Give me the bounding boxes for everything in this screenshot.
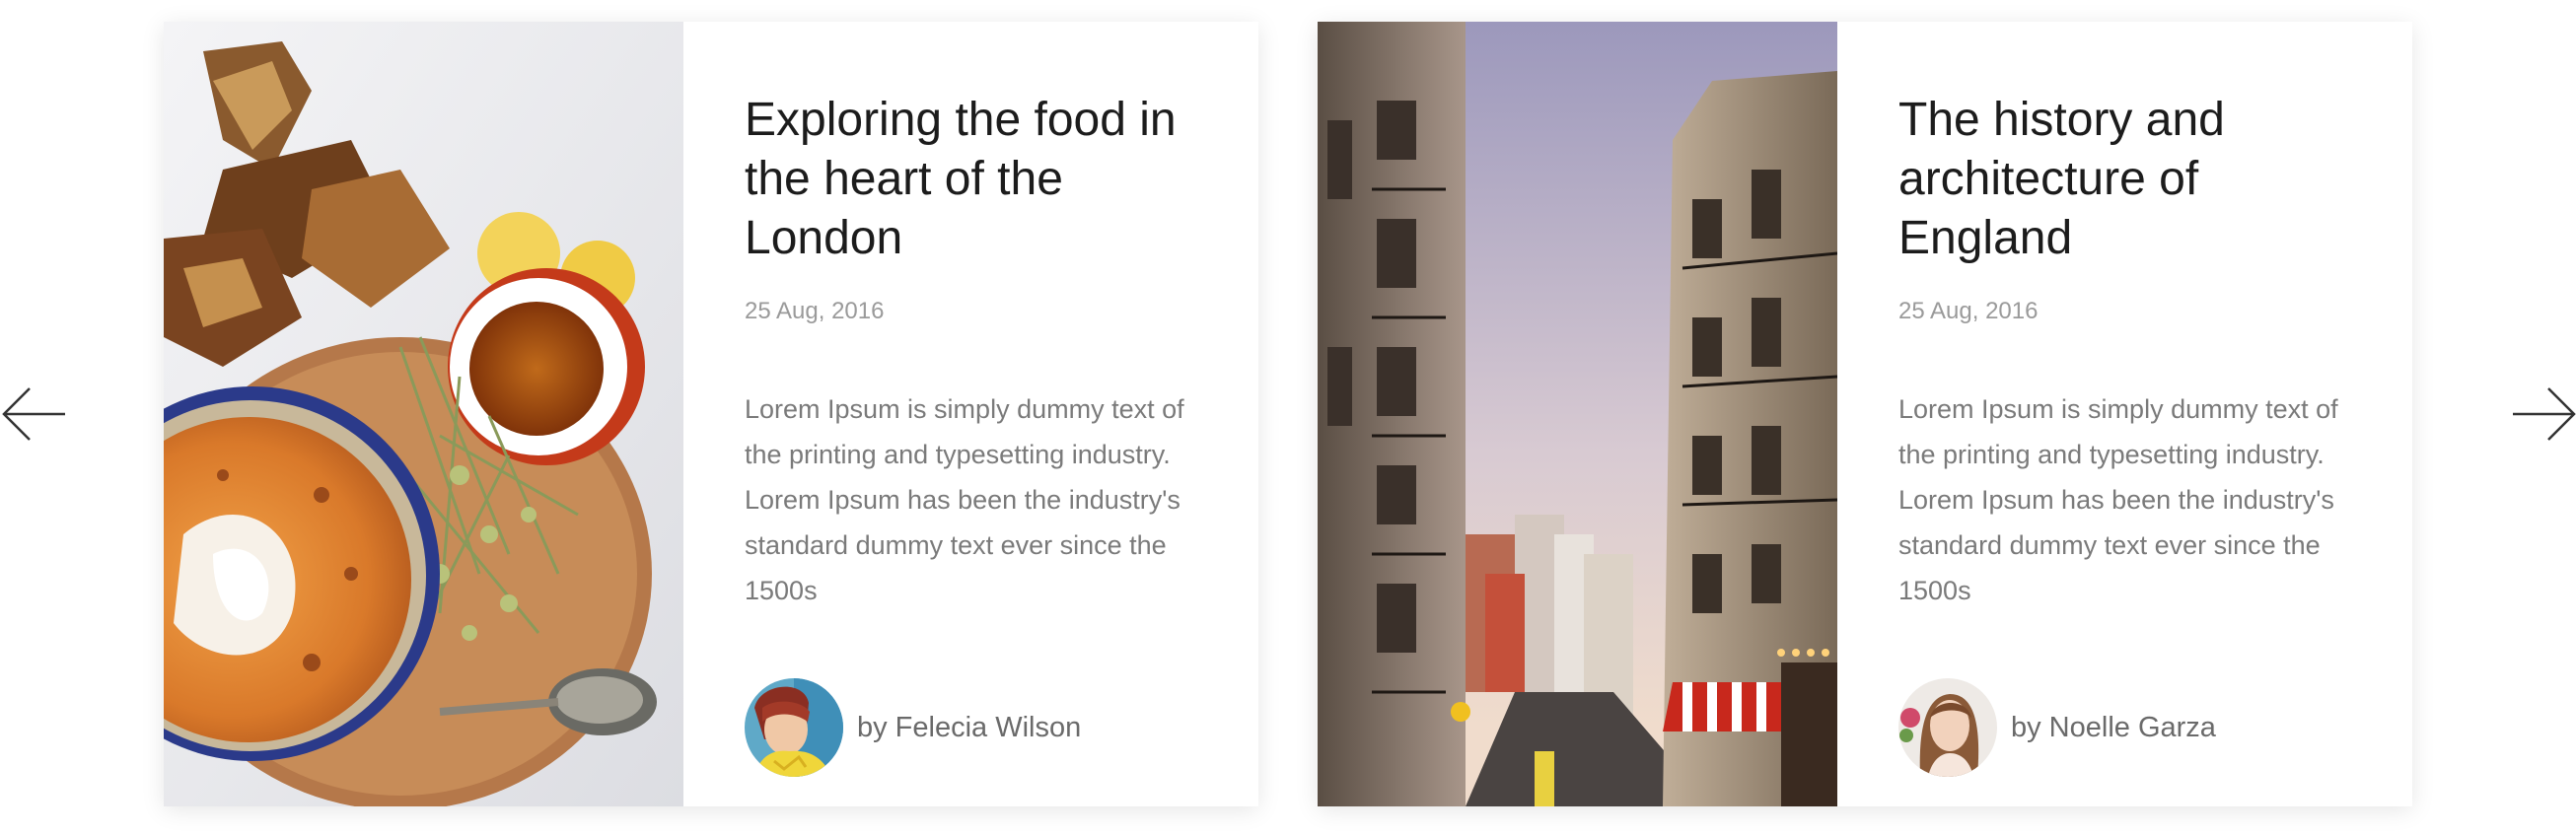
post-date: 25 Aug, 2016 bbox=[1898, 298, 2039, 324]
avatar[interactable] bbox=[1898, 678, 1997, 777]
post-card[interactable]: Exploring the food in the heart of the L… bbox=[164, 22, 1258, 806]
post-title[interactable]: The history and architecture of England bbox=[1898, 91, 2372, 268]
next-arrow-button[interactable] bbox=[2509, 384, 2576, 444]
post-date: 25 Aug, 2016 bbox=[745, 298, 885, 324]
food-photo[interactable] bbox=[164, 22, 683, 806]
post-author[interactable]: by Noelle Garza bbox=[1898, 678, 2216, 777]
post-excerpt: Lorem Ipsum is simply dummy text of the … bbox=[745, 394, 1184, 605]
post-title[interactable]: Exploring the food in the heart of the L… bbox=[745, 91, 1218, 268]
post-excerpt: Lorem Ipsum is simply dummy text of the … bbox=[1898, 394, 2338, 605]
post-card[interactable]: The history and architecture of England … bbox=[1318, 22, 2412, 806]
post-author[interactable]: by Felecia Wilson bbox=[745, 678, 1081, 777]
author-name[interactable]: by Felecia Wilson bbox=[857, 712, 1081, 744]
avatar[interactable] bbox=[745, 678, 843, 777]
carousel: Exploring the food in the heart of the L… bbox=[0, 0, 2576, 836]
author-name[interactable]: by Noelle Garza bbox=[2011, 712, 2216, 744]
post-card-body: Exploring the food in the heart of the L… bbox=[683, 22, 1258, 806]
post-card-body: The history and architecture of England … bbox=[1837, 22, 2412, 806]
arrow-right-icon bbox=[2513, 387, 2576, 441]
street-photo[interactable] bbox=[1318, 22, 1837, 806]
prev-arrow-button[interactable] bbox=[0, 384, 69, 444]
arrow-left-icon bbox=[2, 387, 65, 441]
